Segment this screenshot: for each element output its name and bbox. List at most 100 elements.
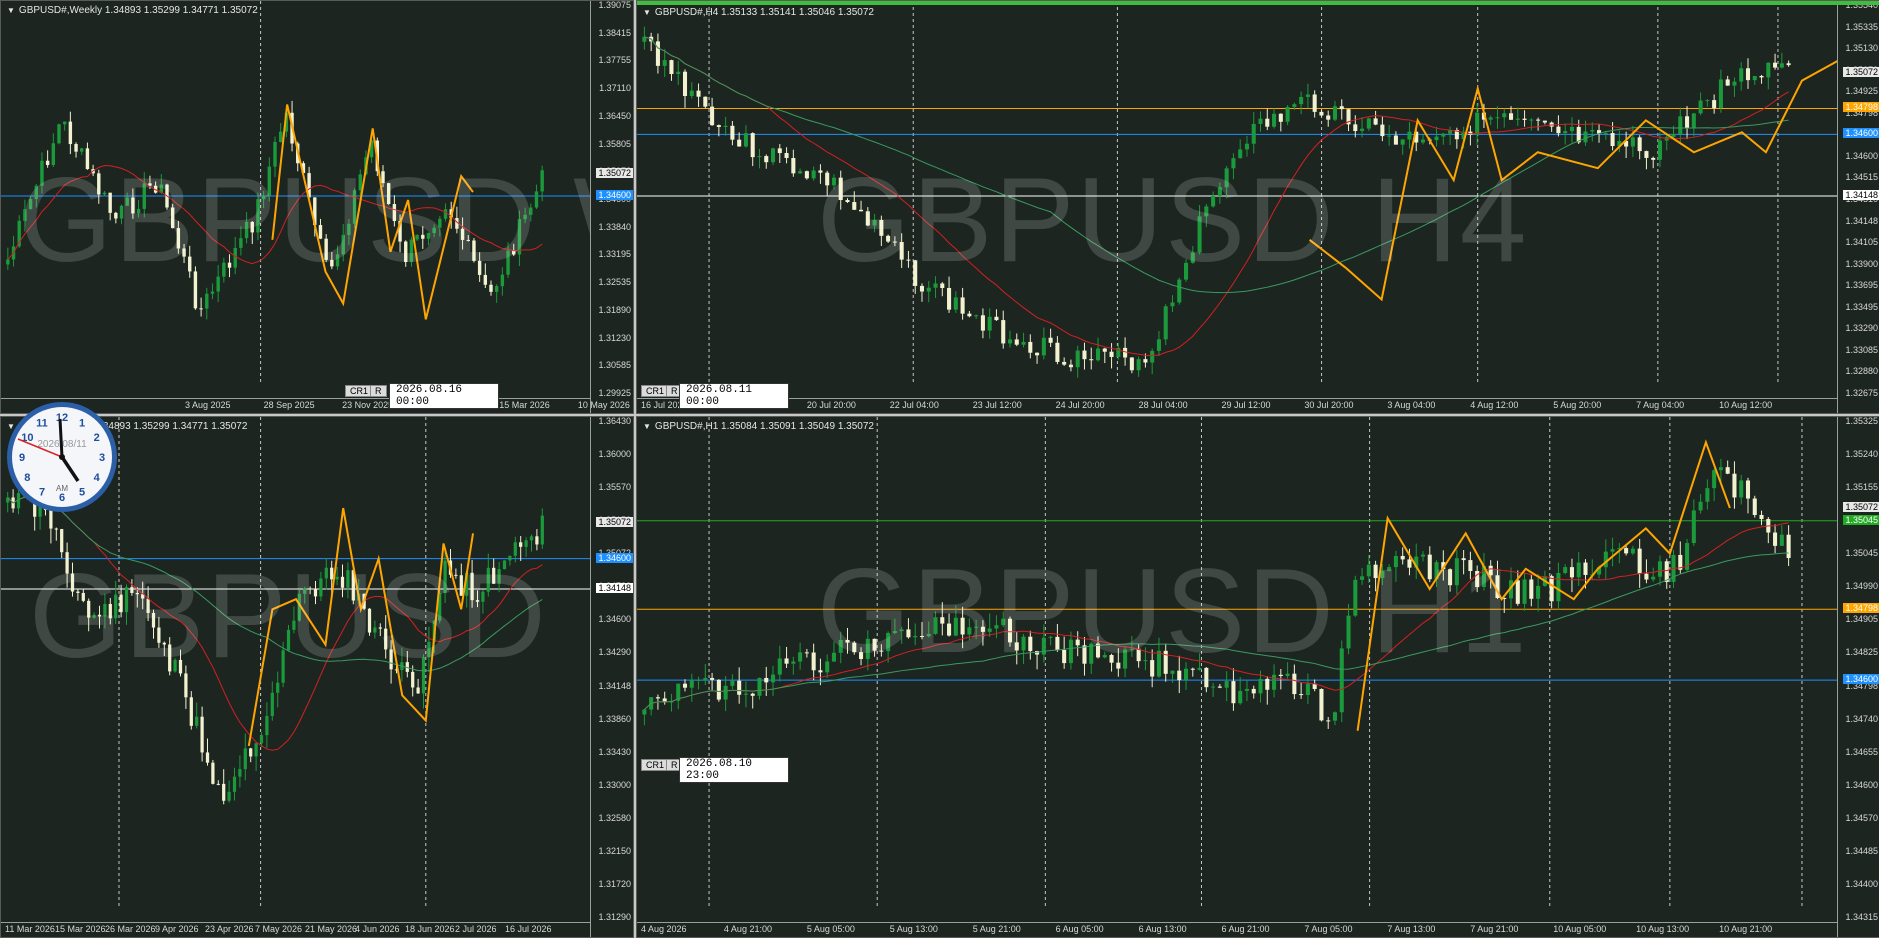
candle-body <box>1251 123 1256 144</box>
candle-body <box>1244 688 1249 691</box>
candle-body <box>1678 116 1683 134</box>
time-axis[interactable]: 4 Aug 2026 4 Aug 21:00 5 Aug 05:00 5 Aug 13… <box>637 922 1838 937</box>
price-axis[interactable]: 1.355401.353351.351301.350721.349251.347… <box>1837 1 1879 413</box>
collapse-triangle-icon[interactable]: ▼ <box>7 6 15 15</box>
price-label: 1.34600 <box>1845 150 1878 161</box>
candle-body <box>1265 118 1270 127</box>
candle-body <box>1075 350 1080 368</box>
time-axis[interactable]: 11 Mar 2026 15 Mar 2026 26 Mar 2026 9 Apr 2… <box>1 922 591 937</box>
price-label: 1.37110 <box>599 83 631 94</box>
analog-clock-widget[interactable]: 121234567891011 2026/08/11 AM <box>4 399 120 515</box>
candle-body <box>1786 63 1791 66</box>
candle-body <box>669 60 674 75</box>
candle-body <box>1583 131 1588 143</box>
time-label: 16 Jul 2026 <box>505 924 552 934</box>
time-label: 24 Jul 20:00 <box>1055 400 1105 410</box>
candle-body <box>777 148 782 154</box>
candle-body <box>676 71 681 75</box>
candle-body <box>1048 337 1053 343</box>
time-axis[interactable]: 16 Jul 202617 Jul 12:0020 Jul 20:0022 Ju… <box>637 398 1838 413</box>
candle-body <box>1745 480 1751 499</box>
r-button[interactable]: R <box>370 385 387 397</box>
collapse-triangle-icon[interactable]: ▼ <box>643 8 651 17</box>
candle-body <box>1055 342 1060 362</box>
price-label: 1.39075 <box>598 0 631 10</box>
candle-body <box>1319 111 1324 116</box>
candle-body <box>199 308 203 310</box>
candle-body <box>1691 113 1696 129</box>
candle-body <box>811 652 816 671</box>
candle-body <box>710 106 715 126</box>
candle-body <box>696 90 701 97</box>
time-label: 6 Aug 13:00 <box>1138 924 1187 934</box>
clock-number: 2 <box>94 432 100 444</box>
cr1-button[interactable]: CR1 <box>641 385 670 397</box>
price-axis[interactable]: 1.353251.352401.351551.350721.350451.349… <box>1837 417 1879 937</box>
candle-body <box>1305 683 1310 696</box>
price-axis[interactable]: 1.39075 1.38415 1.37755 1.37110 1.36450 1.358… <box>590 1 633 413</box>
current-price-marker: 1.35072 <box>596 168 633 179</box>
candle-body <box>222 783 226 801</box>
candle-body <box>54 528 58 530</box>
price-label: 1.35155 <box>1845 482 1878 493</box>
candle-body <box>1502 113 1507 118</box>
candle-body <box>1238 690 1243 704</box>
candle-body <box>1251 688 1256 694</box>
price-label: 1.32150 <box>598 845 631 856</box>
candle-body <box>1569 126 1574 132</box>
time-label: 6 Aug 05:00 <box>1055 924 1104 934</box>
candle-body <box>1285 106 1290 122</box>
candle-body <box>757 677 762 696</box>
price-label: 1.32535 <box>598 277 631 288</box>
clock-number: 12 <box>56 412 68 424</box>
candle-body <box>1258 678 1263 694</box>
candle-body <box>1366 118 1371 129</box>
price-axis[interactable]: 1.364301.360001.355701.351501.350721.347… <box>590 417 633 937</box>
cr1-button[interactable]: CR1 <box>345 385 374 397</box>
time-label: 2 Jul 2026 <box>455 924 497 934</box>
candle-body <box>682 71 688 96</box>
candle-body <box>1217 686 1222 688</box>
candle-body <box>243 748 247 770</box>
price-label: 1.36000 <box>598 449 631 460</box>
candle-body <box>730 680 735 686</box>
candle-body <box>1536 585 1541 599</box>
candle-body <box>1420 139 1426 143</box>
candle-body <box>1021 341 1026 345</box>
chart-window-h1[interactable]: ▼ GBPUSD#,H1 1.35084 1.35091 1.35049 1.35… <box>636 416 1879 938</box>
price-label: 1.35045 <box>1845 548 1878 559</box>
candle-body <box>1630 548 1635 554</box>
level-price-marker: 1.35045 <box>1843 514 1879 525</box>
price-label: 1.31290 <box>598 912 631 922</box>
price-label: 1.38415 <box>598 27 631 38</box>
candle-body <box>1644 573 1649 580</box>
time-label: 3 Aug 2025 <box>185 400 231 410</box>
candle-body <box>784 153 789 159</box>
candle-body <box>953 297 958 310</box>
candle-body <box>1109 351 1114 357</box>
price-label: 1.36450 <box>598 110 631 121</box>
watermark: GBPUSD D1 <box>29 549 633 683</box>
candle-body <box>1495 117 1500 119</box>
cr1-button[interactable]: CR1 <box>641 759 670 771</box>
collapse-triangle-icon[interactable]: ▼ <box>643 422 651 431</box>
candle-body <box>1434 136 1439 141</box>
chart-window-h4[interactable]: ▼ GBPUSD#,H4 1.35133 1.35141 1.35046 1.35… <box>636 0 1879 414</box>
candle-body <box>1339 106 1344 110</box>
candle-body <box>1732 473 1737 498</box>
candle-body <box>1759 514 1764 520</box>
candle-body <box>1001 320 1006 344</box>
candle-body <box>1630 137 1635 147</box>
candle-body <box>1522 118 1527 120</box>
time-label: 11 Mar 2026 <box>5 924 55 934</box>
candle-body <box>1129 357 1134 371</box>
candle-body <box>737 680 742 695</box>
candle-body <box>195 716 199 726</box>
candle-body <box>1332 106 1338 120</box>
candle-body <box>1224 681 1229 688</box>
watermark: GBPUSD W1 <box>19 153 633 287</box>
time-label: 10 Aug 05:00 <box>1553 924 1607 934</box>
time-label: 4 Aug 21:00 <box>723 924 772 934</box>
chart-window-weekly[interactable]: ▼ GBPUSD#,Weekly 1.34893 1.35299 1.34771 … <box>0 0 634 414</box>
candle-body <box>1265 678 1270 690</box>
